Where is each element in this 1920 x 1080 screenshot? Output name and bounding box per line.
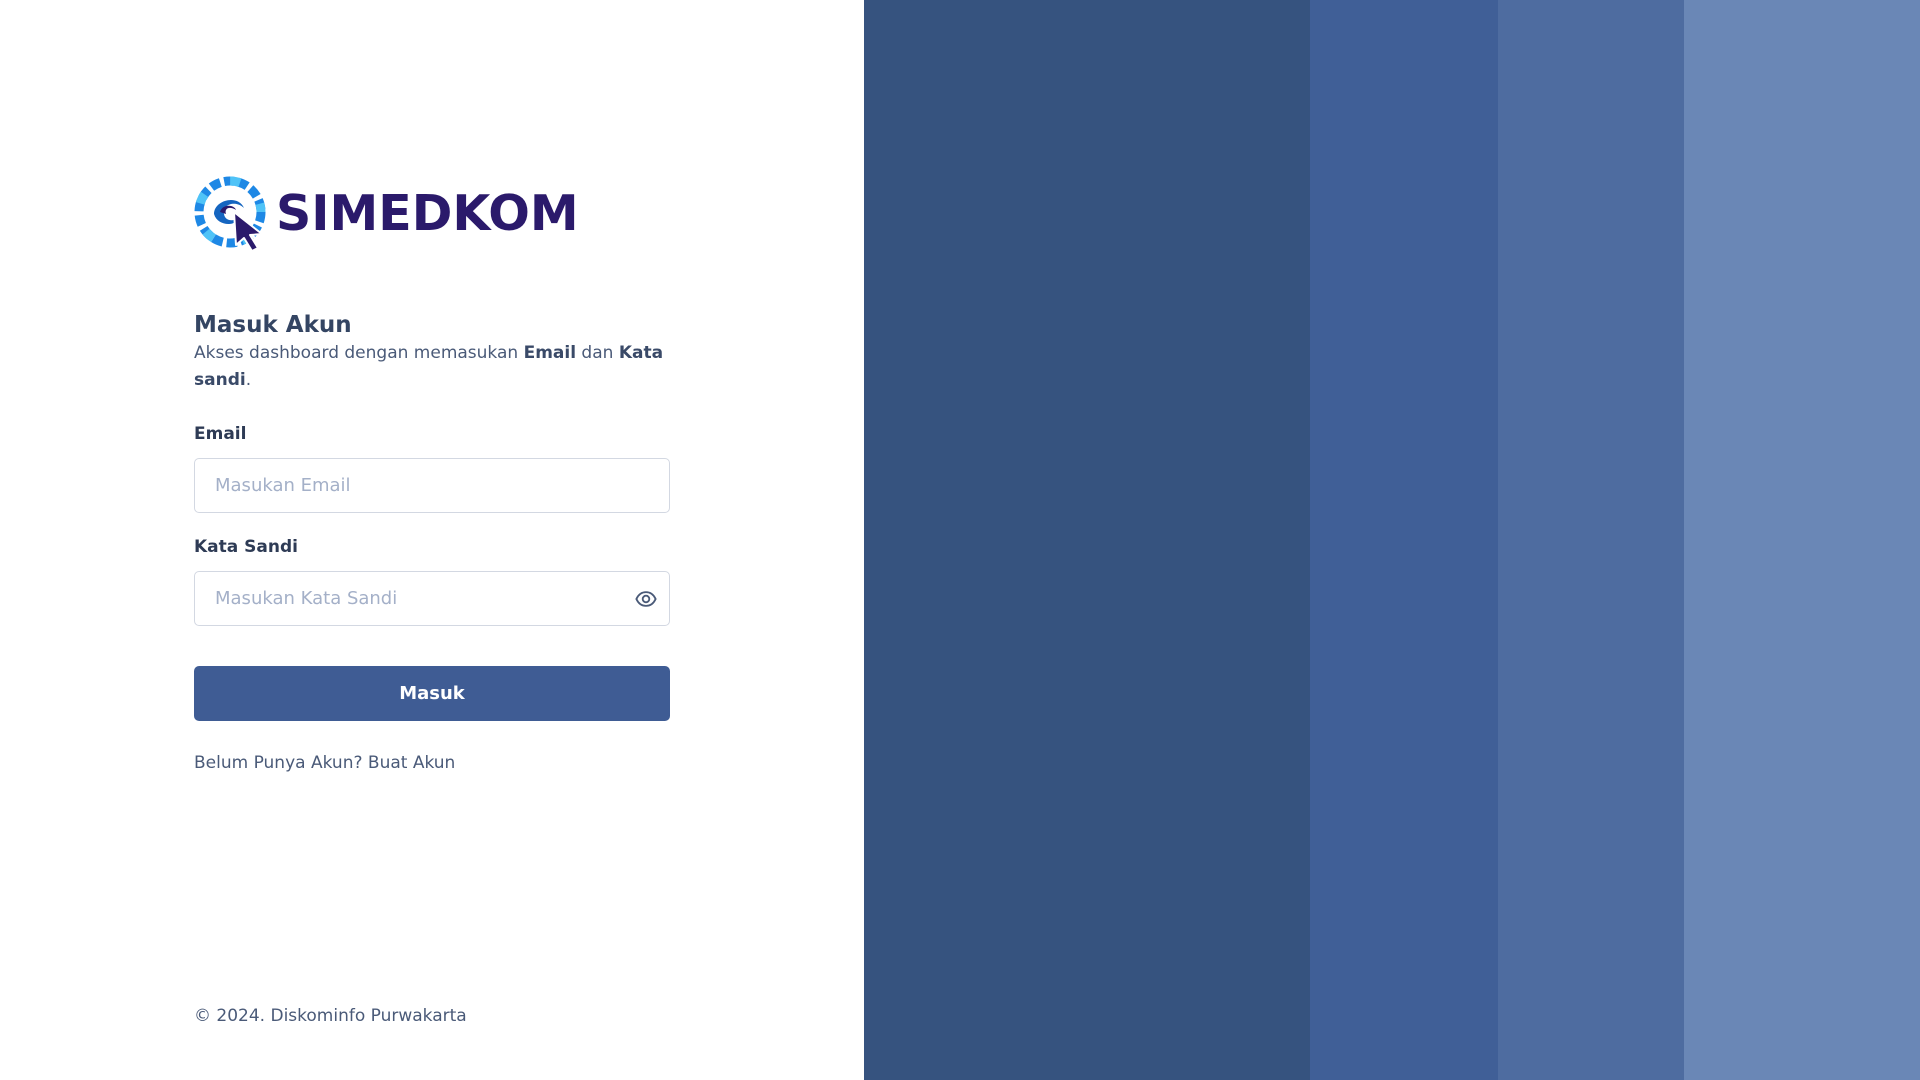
stripe-2 xyxy=(1310,0,1498,1080)
email-label: Email xyxy=(194,424,247,444)
login-panel: SIMEDKOM Masuk Akun Akses dashboard deng… xyxy=(0,0,864,1080)
footer-copyright: © 2024. Diskominfo Purwakarta xyxy=(194,1006,467,1026)
subtitle-suffix: . xyxy=(245,370,252,390)
password-field[interactable] xyxy=(195,572,669,625)
subtitle-email-emphasis: Email xyxy=(523,343,577,363)
login-button[interactable]: Masuk xyxy=(194,666,670,721)
brand-logo: SIMEDKOM xyxy=(194,174,579,252)
page-subtitle: Akses dashboard dengan memasukan Email d… xyxy=(194,340,670,394)
register-prompt-text: Belum Punya Akun? xyxy=(194,753,368,773)
eye-icon[interactable] xyxy=(635,588,657,610)
email-field-wrapper xyxy=(194,458,670,513)
email-field[interactable] xyxy=(195,459,669,512)
register-prompt: Belum Punya Akun? Buat Akun xyxy=(194,751,670,775)
stripe-1 xyxy=(864,0,1310,1080)
password-label: Kata Sandi xyxy=(194,537,298,557)
login-page: SIMEDKOM Masuk Akun Akses dashboard deng… xyxy=(0,0,1920,1080)
stripe-3 xyxy=(1498,0,1684,1080)
brand-name: SIMEDKOM xyxy=(276,184,579,242)
stripe-4 xyxy=(1684,0,1920,1080)
globe-cursor-logo-icon xyxy=(194,176,266,252)
login-form: Masuk Akun Akses dashboard dengan memasu… xyxy=(194,310,670,775)
page-title: Masuk Akun xyxy=(194,312,352,338)
password-field-wrapper xyxy=(194,571,670,626)
subtitle-and: dan xyxy=(576,343,619,363)
subtitle-prefix: Akses dashboard dengan memasukan xyxy=(194,343,524,363)
decorative-stripes-panel xyxy=(864,0,1920,1080)
create-account-link[interactable]: Buat Akun xyxy=(368,753,455,773)
